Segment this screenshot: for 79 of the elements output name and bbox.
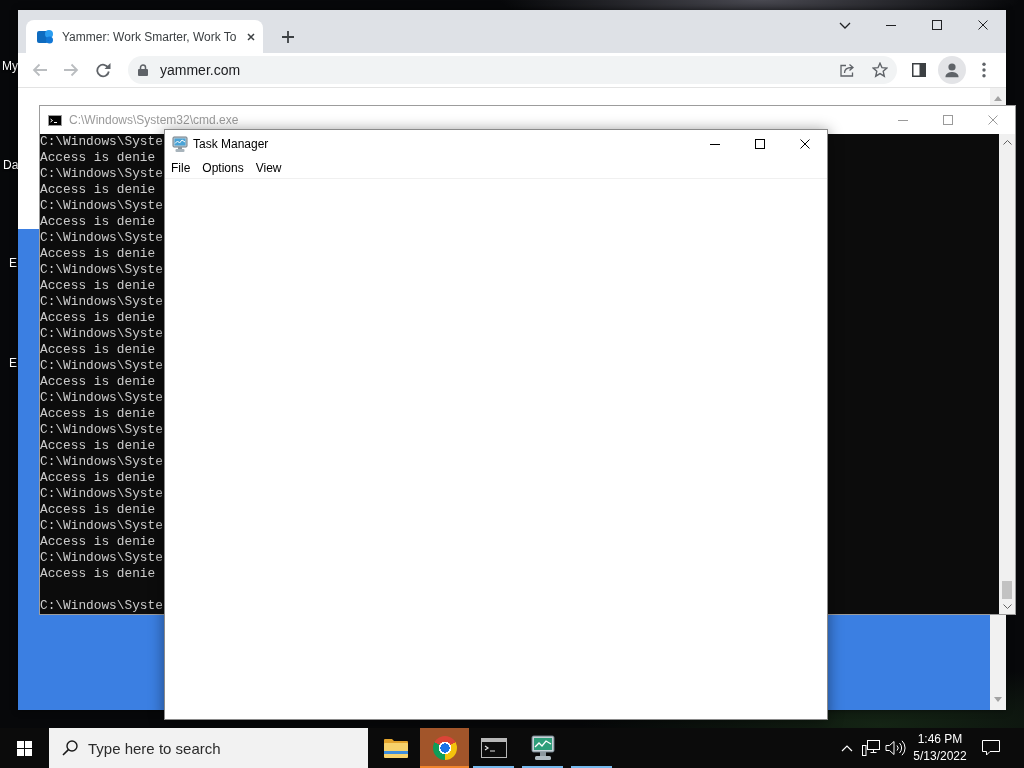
maximize-icon[interactable] <box>754 139 765 149</box>
profile-icon[interactable] <box>938 56 966 84</box>
search-icon <box>62 740 78 756</box>
reload-icon[interactable] <box>95 62 111 78</box>
close-icon[interactable] <box>978 20 988 30</box>
console-line: C:\Windows\Syste <box>40 486 163 502</box>
desktop-icon-label[interactable]: My <box>2 59 18 73</box>
console-line: C:\Windows\Syste <box>40 518 163 534</box>
console-line: C:\Windows\Syste <box>40 422 163 438</box>
console-line: C:\Windows\Syste <box>40 326 163 342</box>
console-line: Access is denie <box>40 438 156 454</box>
folder-icon <box>383 738 408 758</box>
console-line: C:\Windows\Syste <box>40 134 163 150</box>
plus-icon[interactable] <box>282 30 294 43</box>
menu-item[interactable]: Options <box>196 160 250 176</box>
console-line: Access is denie <box>40 342 156 358</box>
close-icon[interactable] <box>799 139 810 149</box>
site-logo-icon <box>37 28 53 45</box>
menu-item[interactable]: View <box>249 160 288 176</box>
minimize-icon[interactable] <box>886 24 896 26</box>
scrollbar[interactable] <box>990 88 1006 105</box>
console-line: C:\Windows\Syste <box>40 454 163 470</box>
console-line: C:\Windows\Syste <box>40 550 163 566</box>
maximize-icon[interactable] <box>932 20 942 30</box>
star-icon[interactable] <box>872 62 888 78</box>
window-title: Task Manager <box>193 136 269 153</box>
console-line: Access is denie <box>40 566 156 582</box>
browser-tab[interactable]: Yammer: Work Smarter, Work To <box>26 20 263 53</box>
scrollbar[interactable] <box>999 134 1015 614</box>
start-icon[interactable] <box>16 740 32 756</box>
browser-icon <box>432 736 457 760</box>
scroll-down-icon[interactable] <box>1002 604 1012 609</box>
lock-icon <box>138 64 148 76</box>
search-field[interactable]: Type here to search <box>49 728 368 768</box>
console-line: Access is denie <box>40 278 156 294</box>
console-line: C:\Windows\Syste <box>40 358 163 374</box>
desktop-icon-label[interactable]: Da <box>3 158 19 172</box>
window-title: C:\Windows\System32\cmd.exe <box>69 112 239 129</box>
desktop-icon-label[interactable]: E <box>9 356 17 370</box>
menu-item[interactable]: File <box>165 160 197 176</box>
console-line: Access is denie <box>40 182 156 198</box>
console-line: Access is denie <box>40 534 156 550</box>
console-line: C:\Windows\Syste <box>40 598 163 614</box>
console-line: C:\Windows\Syste <box>40 198 163 214</box>
desktop-icon-label[interactable]: E <box>9 256 17 270</box>
clock-date[interactable]: 5/13/2022 <box>910 748 970 765</box>
console-line: Access is denie <box>40 310 156 326</box>
console-line: Access is denie <box>40 214 156 230</box>
close-icon[interactable] <box>247 32 255 41</box>
chevron-up-icon[interactable] <box>841 744 853 752</box>
console-line: Access is denie <box>40 150 156 166</box>
console-line: C:\Windows\Syste <box>40 166 163 182</box>
monitor-icon <box>172 136 188 152</box>
console-line: C:\Windows\Syste <box>40 262 163 278</box>
address-text[interactable]: yammer.com <box>160 59 241 81</box>
volume-icon[interactable] <box>884 740 906 756</box>
scroll-up-icon[interactable] <box>1002 140 1012 145</box>
minimize-icon[interactable] <box>709 143 720 145</box>
clock-time[interactable]: 1:46 PM <box>910 731 970 748</box>
network-icon[interactable] <box>862 740 880 756</box>
chevron-down-icon[interactable] <box>839 21 851 29</box>
console-line: Access is denie <box>40 406 156 422</box>
share-icon[interactable] <box>840 63 854 77</box>
address-bar[interactable]: yammer.com <box>128 56 897 84</box>
scrollbar[interactable] <box>990 615 1006 710</box>
monitor-icon <box>529 735 556 761</box>
console-line: C:\Windows\Syste <box>40 294 163 310</box>
side-panel-icon[interactable] <box>912 63 926 77</box>
scrollbar-thumb[interactable] <box>1002 581 1012 599</box>
console-line: Access is denie <box>40 246 156 262</box>
console-icon <box>480 738 507 758</box>
notification-icon[interactable] <box>982 740 1000 756</box>
console-line: Access is denie <box>40 502 156 518</box>
menu-icon[interactable] <box>982 62 986 78</box>
console-line: C:\Windows\Syste <box>40 390 163 406</box>
console-line: Access is denie <box>40 374 156 390</box>
console-icon <box>48 114 62 126</box>
console-line: Access is denie <box>40 470 156 486</box>
console-line: C:\Windows\Syste <box>40 230 163 246</box>
